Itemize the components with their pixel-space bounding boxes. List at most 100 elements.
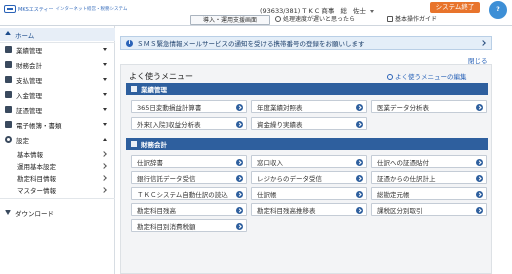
- sidebar-item-vouchers[interactable]: 証憑管理: [0, 103, 115, 116]
- arrow-right-icon: [356, 120, 363, 128]
- menu-button[interactable]: ＴＫＣシステム自動仕訳の読込: [131, 187, 247, 200]
- chart-icon: [131, 86, 137, 92]
- menu-button[interactable]: 勘定科目残高: [131, 203, 247, 216]
- sidebar-item-receipts[interactable]: 入金管理: [0, 88, 115, 101]
- sidebar-item-home[interactable]: ホーム: [0, 28, 115, 41]
- menu-button-label: 窓口収入: [257, 158, 283, 167]
- user-name[interactable]: 佐士: [353, 7, 366, 15]
- arrow-right-icon: [236, 158, 243, 166]
- section-header-performance: 業績管理: [126, 83, 488, 95]
- sidebar-subitem-label: マスター情報: [17, 186, 56, 195]
- menu-button-label: 年度業績対照表: [257, 103, 303, 112]
- menu-button-label: 仕訳帳: [257, 190, 277, 199]
- sidebar-item-label: 業績管理: [16, 46, 42, 55]
- menu-button[interactable]: レジからのデータ受信: [251, 171, 367, 184]
- arrow-right-icon: [476, 174, 483, 182]
- menu-button-label: 勘定科目残高: [137, 206, 176, 215]
- edit-menu-link[interactable]: よく使うメニューの編集: [387, 71, 467, 81]
- sidebar: ホーム 業績管理 財務会計 支払管理 入金管理 証憑管理 電子帳簿・書類 設定 …: [0, 26, 115, 274]
- frequent-menu-panel: よく使うメニュー よく使うメニューの編集 業績管理 365日変動損益計算書 年度…: [120, 64, 492, 274]
- arrow-right-icon: [476, 206, 483, 214]
- chevron-right-icon: [101, 186, 107, 193]
- speed-help-link[interactable]: 処理速度が遅いと思ったら: [275, 15, 355, 25]
- sidebar-item-e-books[interactable]: 電子帳簿・書類: [0, 118, 115, 131]
- ledger-icon: [5, 61, 12, 68]
- menu-button[interactable]: 365日変動損益計算書: [131, 100, 247, 113]
- menu-button[interactable]: 銀行信託データ受信: [131, 171, 247, 184]
- menu-button[interactable]: 総勘定元帳: [371, 187, 487, 200]
- user-info: (93633/381) T K C 商事 総 佐士: [256, 5, 375, 15]
- notice-text: ＳＭＳ緊急情報メールサービスの通知を受ける携帯番号の登録をお願いします: [137, 40, 365, 48]
- menu-button[interactable]: 勘定科目別消費税額: [131, 219, 247, 232]
- menu-button[interactable]: 証憑からの仕訳計上: [371, 171, 487, 184]
- gear-icon: [5, 136, 12, 143]
- chevron-down-icon[interactable]: [370, 9, 375, 13]
- logo-subtitle: インターネット経営・税務システム: [55, 7, 128, 12]
- main-content: i ＳＭＳ緊急情報メールサービスの通知を受ける携帯番号の登録をお願いします 閉じ…: [116, 26, 512, 274]
- arrow-right-icon: [356, 206, 363, 214]
- sidebar-item-performance[interactable]: 業績管理: [0, 43, 115, 56]
- app-logo[interactable]: MKSエスティー インターネット経営・税務システム: [4, 5, 127, 13]
- basic-guide-label: 基本操作ガイド: [395, 16, 438, 23]
- info-icon: i: [126, 39, 133, 47]
- payment-icon: [5, 76, 12, 83]
- book-icon: [387, 16, 393, 22]
- sidebar-subitem-master-info[interactable]: マスター情報: [0, 184, 115, 195]
- divider: [0, 198, 115, 199]
- gear-icon: [387, 74, 393, 80]
- sidebar-item-accounting[interactable]: 財務会計: [0, 58, 115, 71]
- help-avatar-icon[interactable]: ?: [489, 1, 507, 19]
- deposit-icon: [5, 91, 12, 98]
- chevron-down-icon: [103, 123, 107, 126]
- ledger-icon: [131, 141, 137, 147]
- sidebar-item-label: ホーム: [15, 31, 35, 40]
- menu-button[interactable]: 仕訳辞書: [131, 155, 247, 168]
- section-header-accounting: 財務会計: [126, 138, 488, 150]
- menu-button-label: 365日変動損益計算書: [137, 103, 202, 112]
- menu-button[interactable]: 資金繰り実績表: [251, 117, 367, 130]
- chevron-down-icon: [103, 63, 107, 66]
- sidebar-subitem-basic-info[interactable]: 基本情報: [0, 148, 115, 159]
- intro-support-button[interactable]: 導入・運用支援画面: [190, 15, 270, 25]
- mks-logo-icon: [4, 5, 16, 13]
- chevron-down-icon: [103, 108, 107, 111]
- book-icon: [5, 121, 12, 128]
- chevron-right-icon: [101, 162, 107, 169]
- menu-button[interactable]: 課税区分別取引: [371, 203, 487, 216]
- home-icon: [5, 30, 11, 35]
- basic-guide-link[interactable]: 基本操作ガイド: [387, 15, 437, 25]
- menu-button-label: 課税区分別取引: [377, 206, 423, 215]
- sidebar-item-label: ダウンロード: [15, 209, 54, 218]
- chevron-down-icon: [103, 78, 107, 81]
- sidebar-item-label: 入金管理: [16, 91, 42, 100]
- menu-button[interactable]: 医業データ分析表: [371, 100, 487, 113]
- sidebar-item-payments[interactable]: 支払管理: [0, 73, 115, 86]
- chevron-down-icon: [103, 48, 107, 51]
- sidebar-item-download[interactable]: ダウンロード: [0, 206, 115, 219]
- arrow-right-icon: [236, 206, 243, 214]
- chevron-right-icon: [480, 40, 486, 46]
- menu-button-label: レジからのデータ受信: [257, 174, 322, 183]
- menu-button-label: 証憑からの仕訳計上: [377, 174, 436, 183]
- menu-button[interactable]: 勘定科目残高推移表: [251, 203, 367, 216]
- menu-button[interactable]: 窓口収入: [251, 155, 367, 168]
- menu-button[interactable]: 年度業績対照表: [251, 100, 367, 113]
- sidebar-subitem-account-info[interactable]: 勘定科目情報: [0, 172, 115, 183]
- menu-button[interactable]: 仕訳への証憑貼付: [371, 155, 487, 168]
- notice-banner[interactable]: i ＳＭＳ緊急情報メールサービスの通知を受ける携帯番号の登録をお願いします: [120, 36, 492, 50]
- arrow-right-icon: [356, 190, 363, 198]
- arrow-right-icon: [476, 103, 483, 111]
- edit-menu-label: よく使うメニューの編集: [395, 73, 467, 81]
- sidebar-subitem-operation-settings[interactable]: 運用基本設定: [0, 160, 115, 171]
- menu-button[interactable]: 外来[入院]収益分析表: [131, 117, 247, 130]
- download-icon: [5, 210, 11, 215]
- arrow-right-icon: [236, 222, 243, 230]
- chevron-up-icon: [103, 138, 107, 141]
- sidebar-item-settings[interactable]: 設定: [0, 133, 115, 146]
- menu-button[interactable]: 仕訳帳: [251, 187, 367, 200]
- section-title: 業績管理: [141, 86, 167, 94]
- system-end-button[interactable]: システム終了: [430, 2, 480, 13]
- arrow-right-icon: [476, 190, 483, 198]
- speed-help-label: 処理速度が遅いと思ったら: [283, 16, 356, 23]
- menu-button-label: ＴＫＣシステム自動仕訳の読込: [137, 190, 228, 199]
